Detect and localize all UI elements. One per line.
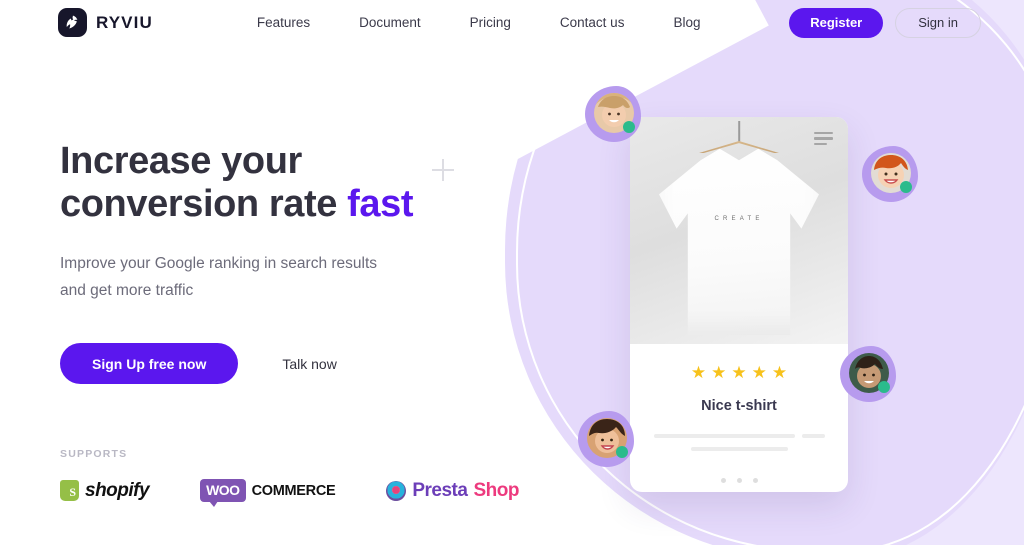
shopify-logo[interactable]: shopify	[60, 479, 150, 502]
placeholder-bar	[801, 434, 825, 438]
star-icon: ★	[731, 363, 747, 382]
nav-item-pricing[interactable]: Pricing	[470, 15, 511, 30]
carousel-dot[interactable]	[720, 478, 726, 483]
hero-title: Increase your conversion rate fast	[60, 140, 480, 226]
avatar-3	[840, 346, 896, 402]
placeholder-row	[648, 447, 830, 451]
star-icon: ★	[690, 363, 707, 382]
carousel-dot[interactable]	[752, 478, 758, 483]
hanger-hook	[738, 121, 740, 143]
review-body: ★ ★ ★ ★ ★ Nice t-shirt	[630, 344, 848, 483]
placeholder-row	[648, 434, 830, 438]
review-title: Nice t-shirt	[701, 398, 777, 414]
shopify-label: shopify	[85, 479, 150, 501]
hero-subtitle: Improve your Google ranking in search re…	[60, 255, 378, 299]
landing-page: RYVIU Features Document Pricing Contact …	[0, 0, 1024, 545]
star-icon: ★	[771, 363, 788, 382]
hanger-icon	[699, 141, 779, 153]
hero-cta-group: Sign Up free now Talk now	[60, 343, 480, 384]
avatar-4	[578, 411, 634, 467]
main-nav: Features Document Pricing Contact us Blo…	[257, 15, 701, 30]
online-status-dot	[623, 121, 635, 133]
nav-item-contact-us[interactable]: Contact us	[560, 15, 625, 30]
sign-in-button[interactable]: Sign in	[895, 7, 981, 38]
hero-title-line1: Increase your	[60, 140, 302, 182]
hero-section: Increase your conversion rate fast Impro…	[60, 140, 480, 384]
register-button[interactable]: Register	[789, 7, 884, 38]
woocommerce-logo[interactable]: WOO COMMERCE	[200, 479, 336, 507]
ryviu-logo-icon	[58, 8, 87, 37]
supports-section: SUPPORTS shopify WOO COMMERCE PrestaShop	[60, 448, 519, 507]
carousel-dots[interactable]	[648, 478, 830, 483]
product-photo: CREATE	[630, 117, 848, 344]
sign-up-free-button[interactable]: Sign Up free now	[60, 343, 239, 384]
avatar-2	[862, 146, 918, 202]
placeholder-bar	[653, 434, 795, 438]
avatar-1	[585, 86, 641, 142]
star-icon: ★	[711, 363, 727, 382]
nav-item-blog[interactable]: Blog	[673, 15, 700, 30]
rating-stars: ★ ★ ★ ★ ★	[648, 364, 830, 381]
crosshair-icon	[432, 159, 454, 181]
online-status-dot	[616, 446, 628, 458]
talk-now-button[interactable]: Talk now	[282, 356, 336, 372]
woocommerce-mark: WOO	[200, 479, 246, 507]
carousel-dot[interactable]	[736, 478, 742, 483]
placeholder-bar	[690, 447, 788, 451]
prestashop-icon	[386, 480, 407, 501]
supports-label: SUPPORTS	[60, 448, 128, 460]
nav-item-document[interactable]: Document	[359, 15, 421, 30]
tshirt-print-text: CREATE	[714, 216, 764, 222]
auth-actions: Register Sign in	[789, 7, 981, 38]
shopify-bag-icon	[60, 480, 79, 501]
logo[interactable]: RYVIU	[58, 8, 153, 37]
online-status-dot	[900, 181, 912, 193]
online-status-dot	[878, 381, 890, 393]
review-text-placeholder	[648, 434, 830, 451]
hero-title-accent: fast	[347, 183, 414, 225]
prestashop-logo[interactable]: Presta Shop	[386, 480, 519, 502]
hero-title-line2: conversion rate	[60, 183, 348, 225]
tshirt-graphic	[659, 148, 819, 335]
prestashop-label-shop: Shop	[473, 479, 519, 501]
product-review-card: CREATE ★ ★ ★ ★ ★ Nice t-shirt	[630, 117, 848, 492]
star-icon: ★	[751, 363, 767, 382]
site-header: RYVIU Features Document Pricing Contact …	[0, 0, 1024, 45]
prestashop-label-presta: Presta	[412, 479, 468, 501]
logo-text: RYVIU	[96, 12, 153, 32]
nav-item-features[interactable]: Features	[257, 15, 310, 30]
woocommerce-label: COMMERCE	[251, 482, 336, 499]
supports-logo-list: shopify WOO COMMERCE PrestaShop	[60, 479, 519, 507]
hamburger-icon[interactable]	[814, 132, 833, 145]
